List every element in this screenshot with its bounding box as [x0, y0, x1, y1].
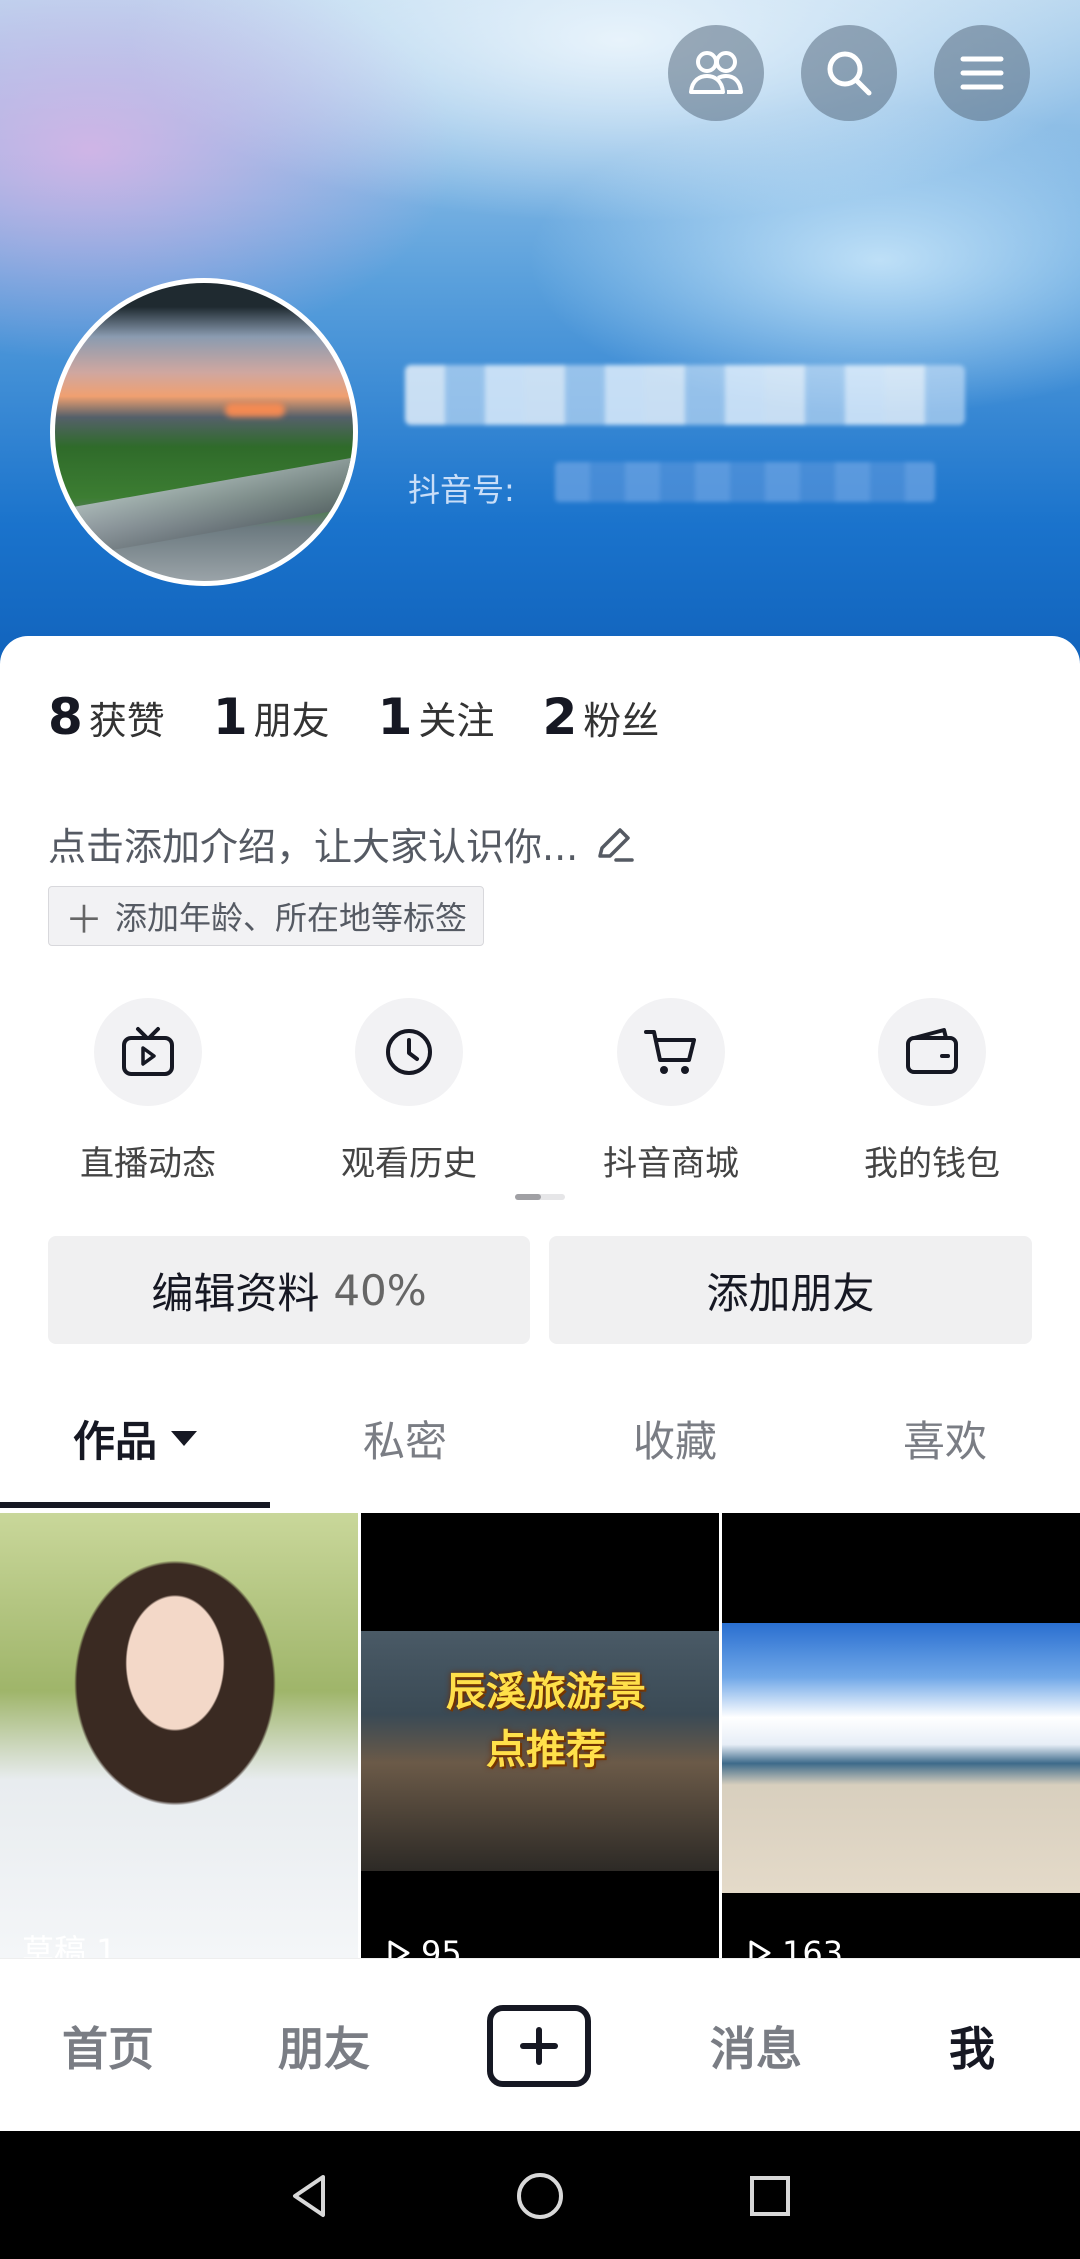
page-indicator-active — [515, 1194, 541, 1200]
tab-label: 作品 — [72, 1416, 157, 1466]
friends-icon-button[interactable] — [668, 25, 764, 121]
play-icon — [749, 1940, 771, 1958]
recents-square-icon — [750, 2176, 790, 2216]
tools-row: 直播动态 观看历史 抖音商城 我的钱包 — [0, 998, 1080, 1198]
plus-icon — [520, 2027, 558, 2065]
stat-label: 获赞 — [88, 699, 165, 743]
profile-card: 8 获赞 1 朋友 1 关注 2 粉丝 点击添加介绍，让大家认识你... ＋ 添… — [0, 636, 1080, 1958]
content-tabs: 作品 私密 收藏 喜欢 — [0, 1376, 1080, 1508]
plus-icon: ＋ — [65, 897, 104, 942]
tool-label: 直播动态 — [80, 1144, 216, 1184]
avatar-sunset — [225, 403, 285, 417]
friends-icon — [689, 51, 743, 94]
tool-live-feed[interactable]: 直播动态 — [48, 998, 248, 1185]
tab-likes[interactable]: 喜欢 — [810, 1376, 1080, 1500]
add-friend-label: 添加朋友 — [706, 1268, 875, 1318]
tool-douyin-mall[interactable]: 抖音商城 — [571, 998, 771, 1185]
stat-friends[interactable]: 1 朋友 — [213, 688, 330, 746]
works-grid: 草稿 1 辰溪旅游景 点推荐 95 163 — [0, 1513, 1080, 1958]
back-triangle-icon — [293, 2175, 325, 2217]
tools-page-indicator — [515, 1194, 565, 1200]
back-button[interactable] — [275, 2161, 345, 2231]
caret-down-icon[interactable] — [171, 1430, 197, 1446]
profile-header: 抖音号: — [0, 0, 1080, 700]
douyin-id-label: 抖音号: — [408, 471, 515, 509]
draft-caption: 草稿 1 — [22, 1932, 117, 1958]
tool-label: 抖音商城 — [603, 1144, 739, 1184]
douyin-id-pixelated — [555, 462, 935, 502]
menu-icon — [960, 56, 1004, 90]
video-thumbnail[interactable]: 辰溪旅游景 点推荐 95 — [361, 1513, 719, 1958]
draft-thumbnail[interactable]: 草稿 1 — [0, 1513, 358, 1958]
nav-messages[interactable]: 消息 — [648, 1959, 864, 2132]
tool-watch-history[interactable]: 观看历史 — [309, 998, 509, 1185]
stat-label: 朋友 — [253, 699, 330, 743]
nav-me[interactable]: 我 — [864, 1959, 1080, 2132]
nav-friends[interactable]: 朋友 — [216, 1959, 432, 2132]
tab-label: 私密 — [362, 1416, 447, 1466]
tab-favorites[interactable]: 收藏 — [540, 1376, 810, 1500]
bio-text: 点击添加介绍，让大家认识你... — [48, 825, 579, 869]
tool-icon-circle — [94, 998, 202, 1106]
tool-icon-circle — [617, 998, 725, 1106]
add-friend-button[interactable]: 添加朋友 — [549, 1236, 1032, 1344]
edit-profile-button[interactable]: 编辑资料 40% — [48, 1236, 530, 1344]
recents-button[interactable] — [735, 2161, 805, 2231]
stat-likes[interactable]: 8 获赞 — [48, 688, 165, 746]
play-count: 95 — [383, 1934, 462, 1958]
active-tab-indicator — [0, 1502, 270, 1508]
tool-label: 我的钱包 — [864, 1144, 1000, 1184]
stat-followers[interactable]: 2 粉丝 — [542, 688, 659, 746]
stats-row: 8 获赞 1 朋友 1 关注 2 粉丝 — [48, 688, 707, 746]
bottom-nav: 首页 朋友 消息 我 — [0, 1958, 1080, 2132]
edit-profile-label: 编辑资料 — [151, 1268, 320, 1318]
stat-number: 1 — [377, 688, 413, 746]
clock-icon — [386, 1029, 432, 1075]
avatar-railing — [55, 455, 353, 561]
tab-label: 喜欢 — [902, 1416, 987, 1466]
cart-icon — [644, 1030, 696, 1074]
create-post-button[interactable] — [487, 2005, 591, 2087]
stat-number: 2 — [542, 688, 578, 746]
profile-completion-percent: 40% — [333, 1265, 427, 1315]
search-icon-button[interactable] — [801, 25, 897, 121]
tool-icon-circle — [355, 998, 463, 1106]
add-tags-label: 添加年龄、所在地等标签 — [115, 899, 468, 937]
search-icon — [827, 51, 872, 96]
thumbnail-image — [722, 1623, 1080, 1893]
tab-works[interactable]: 作品 — [0, 1376, 270, 1500]
play-icon — [388, 1940, 410, 1958]
menu-icon-button[interactable] — [934, 25, 1030, 121]
edit-pencil-icon — [598, 827, 634, 862]
stat-number: 1 — [212, 688, 248, 746]
tab-label: 收藏 — [632, 1416, 717, 1466]
nav-home[interactable]: 首页 — [0, 1959, 216, 2132]
wallet-icon — [906, 1028, 958, 1074]
tool-label: 观看历史 — [341, 1144, 477, 1184]
thumbnail-title: 辰溪旅游景 点推荐 — [446, 1669, 646, 1773]
bio-prompt[interactable]: 点击添加介绍，让大家认识你... — [48, 816, 636, 871]
tool-my-wallet[interactable]: 我的钱包 — [832, 998, 1032, 1185]
video-thumbnail[interactable]: 163 — [722, 1513, 1080, 1958]
home-button[interactable] — [505, 2161, 575, 2231]
add-tags-button[interactable]: ＋ 添加年龄、所在地等标签 — [48, 886, 485, 946]
stat-label: 粉丝 — [583, 699, 660, 743]
system-nav-bar — [0, 2131, 1080, 2259]
stat-label: 关注 — [418, 699, 495, 743]
tab-private[interactable]: 私密 — [270, 1376, 540, 1500]
play-count: 163 — [744, 1934, 843, 1958]
stat-following[interactable]: 1 关注 — [378, 688, 495, 746]
avatar[interactable] — [50, 278, 358, 586]
username-pixelated — [405, 365, 965, 425]
home-circle-icon — [517, 2173, 563, 2219]
tool-icon-circle — [878, 998, 986, 1106]
stat-number: 8 — [48, 688, 83, 746]
tv-icon — [122, 1027, 174, 1076]
